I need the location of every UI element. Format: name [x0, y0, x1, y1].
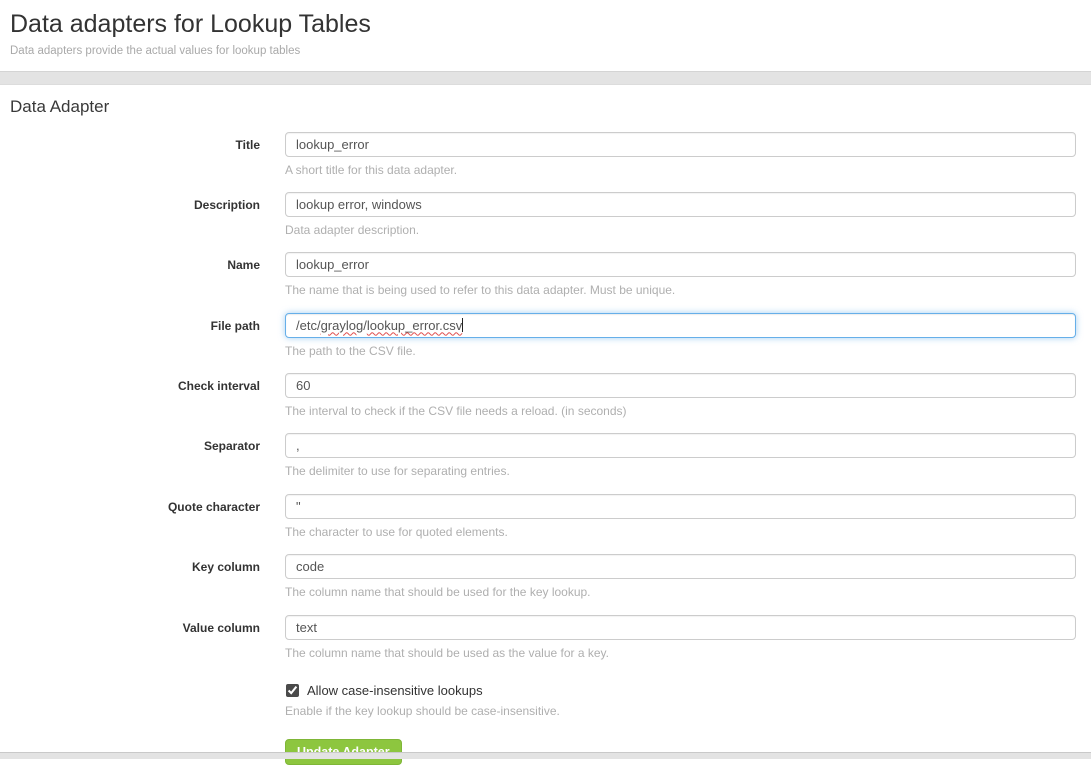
case-insensitive-help: Enable if the key lookup should be case-… — [285, 704, 1076, 718]
quote-character-help: The character to use for quoted elements… — [285, 525, 1076, 539]
key-column-label: Key column — [10, 554, 260, 599]
form-group-check-interval: Check interval The interval to check if t… — [10, 373, 1076, 418]
form-fields: Title A short title for this data adapter… — [10, 132, 1076, 661]
quote-character-label: Quote character — [10, 494, 260, 539]
footer-divider-bar — [0, 752, 1091, 759]
form-group-name: Name The name that is being used to refer… — [10, 252, 1076, 297]
separator-help: The delimiter to use for separating entr… — [285, 464, 1076, 478]
separator-label: Separator — [10, 433, 260, 478]
case-insensitive-checkbox[interactable] — [286, 684, 299, 697]
quote-character-input[interactable] — [285, 494, 1076, 519]
file-path-help: The path to the CSV file. — [285, 344, 1076, 358]
separator-input[interactable] — [285, 433, 1076, 458]
form-group-description: Description Data adapter description. — [10, 192, 1076, 237]
form-group-case-insensitive: Allow case-insensitive lookups Enable if… — [10, 683, 1076, 718]
value-column-help: The column name that should be used as t… — [285, 646, 1076, 660]
name-label: Name — [10, 252, 260, 297]
text-caret — [462, 318, 463, 332]
form-group-separator: Separator The delimiter to use for separa… — [10, 433, 1076, 478]
description-input[interactable] — [285, 192, 1076, 217]
form-group-submit: Update Adapter — [10, 733, 1076, 765]
key-column-help: The column name that should be used for … — [285, 585, 1076, 599]
file-path-input[interactable]: /etc/graylog/lookup_error.csv — [285, 313, 1076, 338]
check-interval-label: Check interval — [10, 373, 260, 418]
page-title: Data adapters for Lookup Tables — [10, 11, 1081, 39]
page-subtitle: Data adapters provide the actual values … — [10, 45, 1081, 57]
form-group-title: Title A short title for this data adapter… — [10, 132, 1076, 177]
check-interval-help: The interval to check if the CSV file ne… — [285, 404, 1076, 418]
header-divider-bar — [0, 71, 1091, 85]
name-help: The name that is being used to refer to … — [285, 283, 1076, 297]
form-group-quote-character: Quote character The character to use for … — [10, 494, 1076, 539]
content-area: Data Adapter Title A short title for this… — [0, 85, 1091, 765]
form-group-value-column: Value column The column name that should … — [10, 615, 1076, 660]
page-header: Data adapters for Lookup Tables Data ada… — [0, 0, 1091, 57]
form-group-file-path: File path/etc/graylog/lookup_error.csv Th… — [10, 313, 1076, 358]
name-input[interactable] — [285, 252, 1076, 277]
title-help: A short title for this data adapter. — [285, 163, 1076, 177]
file-path-label: File path — [10, 313, 260, 358]
value-column-label: Value column — [10, 615, 260, 660]
description-help: Data adapter description. — [285, 223, 1076, 237]
data-adapter-form: Title A short title for this data adapter… — [10, 132, 1076, 765]
value-column-input[interactable] — [285, 615, 1076, 640]
title-input[interactable] — [285, 132, 1076, 157]
form-group-key-column: Key column The column name that should be… — [10, 554, 1076, 599]
section-title: Data Adapter — [10, 97, 1076, 117]
description-label: Description — [10, 192, 260, 237]
check-interval-input[interactable] — [285, 373, 1076, 398]
key-column-input[interactable] — [285, 554, 1076, 579]
case-insensitive-label: Allow case-insensitive lookups — [307, 683, 483, 698]
title-label: Title — [10, 132, 260, 177]
case-insensitive-row[interactable]: Allow case-insensitive lookups — [285, 683, 1076, 698]
